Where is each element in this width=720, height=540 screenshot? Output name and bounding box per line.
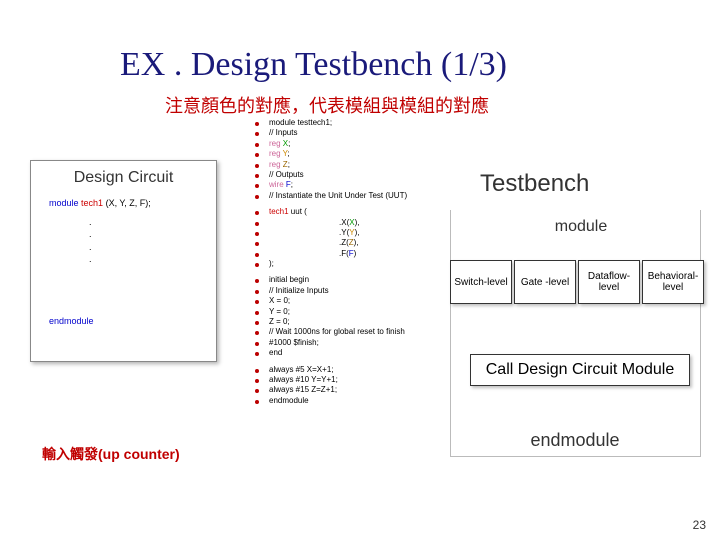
dot: . (89, 228, 216, 241)
code-punct: ; (288, 139, 290, 148)
code-line: #1000 $finish; (269, 338, 319, 348)
level-gate: Gate -level (514, 260, 576, 304)
code-port: .X (339, 218, 347, 227)
design-circuit-box: Design Circuit module tech1 (X, Y, Z, F)… (30, 160, 217, 362)
module-name: tech1 (81, 198, 103, 208)
levels-row: Switch-level Gate -level Dataflow-level … (450, 260, 704, 304)
code-line: ); (269, 259, 274, 269)
call-design-box: Call Design Circuit Module (470, 354, 690, 386)
testbench-frame (450, 210, 701, 457)
code-line: // Initialize Inputs (269, 286, 329, 296)
code-line: // Outputs (269, 170, 304, 180)
code-line: always #10 Y=Y+1; (269, 375, 338, 385)
code-line: end (269, 348, 282, 358)
dot: . (89, 216, 216, 229)
testbench-frame-right (700, 210, 701, 456)
module-ports: (X, Y, Z, F); (106, 198, 151, 208)
code-kw: reg (269, 139, 281, 148)
code-line: module testtech1; (269, 118, 332, 128)
testbench-code: module testtech1; // Inputs reg X; reg Y… (255, 118, 407, 406)
module-box: module (536, 218, 626, 236)
page-number: 23 (693, 518, 706, 532)
code-line: always #15 Z=Z+1; (269, 385, 337, 395)
slide-title: EX . Design Testbench (1/3) (120, 46, 507, 84)
code-port: .Y (339, 228, 347, 237)
code-punct: ), (355, 218, 360, 227)
code-line: // Inputs (269, 128, 297, 138)
code-line: Y = 0; (269, 307, 290, 317)
code-kw: reg (269, 149, 281, 158)
input-trigger-label: 輸入觸發(up counter) (42, 444, 180, 464)
kw-module: module (49, 198, 79, 208)
code-line: // Instantiate the Unit Under Test (UUT) (269, 191, 407, 201)
slide-subtitle: 注意顏色的對應，代表模組與模組的對應 (165, 92, 489, 118)
level-behavioral: Behavioral-level (642, 260, 704, 304)
code-punct: ) (354, 249, 357, 258)
code-punct: ; (287, 149, 289, 158)
code-line: initial begin (269, 275, 309, 285)
code-line: // Wait 1000ns for global reset to finis… (269, 327, 405, 337)
code-punct: ; (291, 180, 293, 189)
code-punct: ), (354, 238, 359, 247)
code-kw: wire (269, 180, 284, 189)
code-line: Z = 0; (269, 317, 290, 327)
level-dataflow: Dataflow-level (578, 260, 640, 304)
code-punct: ), (355, 228, 360, 237)
testbench-label: Testbench (480, 170, 589, 198)
code-line: endmodule (269, 396, 309, 406)
dot: . (89, 253, 216, 266)
design-endmodule: endmodule (49, 316, 216, 326)
code-line: X = 0; (269, 296, 290, 306)
code-text: uut ( (289, 207, 307, 216)
code-id: tech1 (269, 207, 289, 216)
dot: . (89, 241, 216, 254)
code-kw: reg (269, 160, 281, 169)
code-line: always #5 X=X+1; (269, 365, 333, 375)
endmodule-box: endmodule (485, 430, 665, 451)
design-circuit-code: module tech1 (X, Y, Z, F); . . . . (49, 197, 216, 266)
level-switch: Switch-level (450, 260, 512, 304)
design-circuit-header: Design Circuit (31, 169, 216, 187)
code-punct: ; (288, 160, 290, 169)
